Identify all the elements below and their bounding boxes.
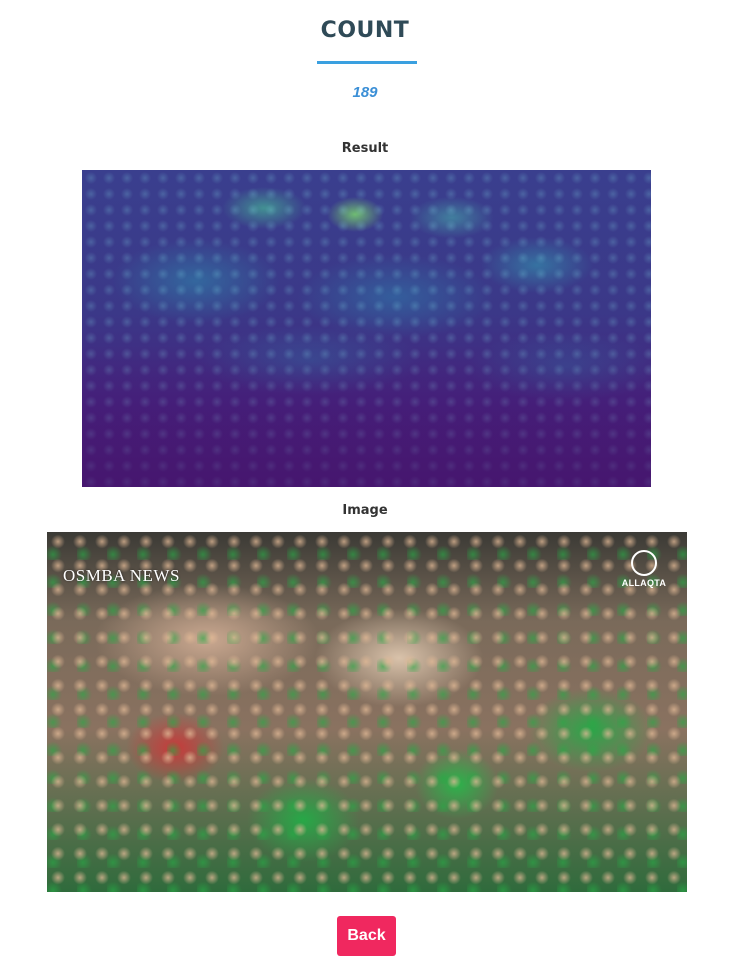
image-label: Image (342, 503, 388, 518)
logo-icon (631, 550, 657, 576)
watermark-right-logo: ALLAQTA (619, 550, 669, 588)
back-button[interactable]: Back (337, 916, 396, 956)
crowd-texture (47, 532, 687, 892)
title-underline (317, 61, 417, 64)
page-title: COUNT (320, 18, 410, 43)
count-result-page: COUNT 189 Result Image OSMBA NEWS ALLAQT… (0, 0, 730, 961)
count-value: 189 (352, 84, 378, 101)
result-label: Result (341, 141, 389, 156)
heatmap-shading (82, 170, 651, 487)
watermark-right-text: ALLAQTA (621, 578, 667, 588)
density-heatmap-image (82, 170, 651, 487)
crowd-photo: OSMBA NEWS ALLAQTA (47, 532, 687, 892)
watermark-left: OSMBA NEWS (63, 566, 180, 585)
